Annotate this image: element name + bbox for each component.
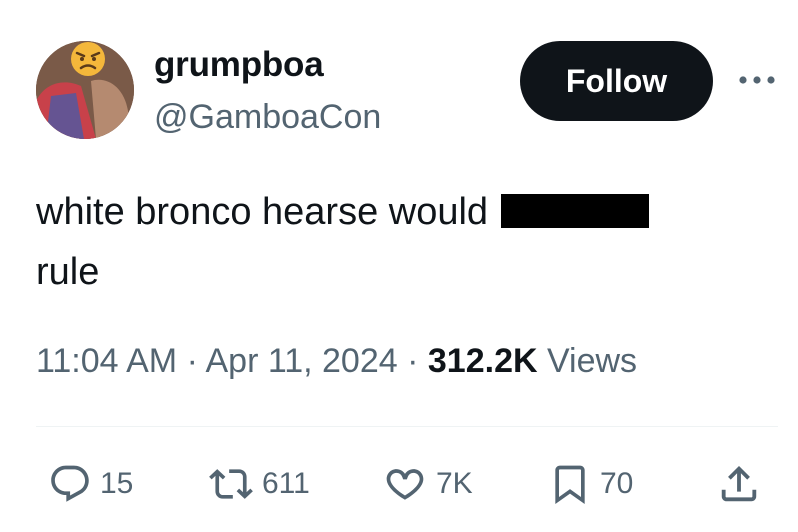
bookmark-icon (555, 465, 585, 505)
divider (36, 426, 778, 427)
views-count: 312.2K (427, 342, 538, 380)
avatar-photo (36, 41, 134, 139)
meta-separator: · (397, 342, 428, 380)
repost-button[interactable]: 611 (208, 462, 310, 506)
share-icon (721, 465, 757, 502)
more-options-icon[interactable] (737, 70, 777, 90)
tweet-time[interactable]: 11:04 AM (36, 342, 177, 380)
tweet-text-part-1: white bronco hearse would (36, 191, 499, 233)
tweet-text-part-2: rule (36, 251, 100, 293)
bookmark-count: 70 (600, 467, 634, 500)
tweet-date[interactable]: Apr 11, 2024 (205, 342, 397, 380)
like-button[interactable]: 7K (382, 462, 473, 506)
share-button[interactable] (716, 462, 762, 506)
views-label: Views (537, 342, 638, 380)
bookmark-button[interactable]: 70 (548, 462, 633, 506)
meta-separator: · (177, 342, 206, 380)
reply-button[interactable]: 15 (48, 462, 133, 506)
angry-face-emoji-icon (71, 42, 105, 76)
heart-icon (386, 469, 424, 500)
repost-count: 611 (262, 467, 310, 500)
display-name[interactable]: grumpboa (154, 45, 324, 85)
reply-count: 15 (100, 467, 134, 500)
user-handle[interactable]: @GamboaCon (154, 97, 381, 137)
like-count: 7K (436, 467, 473, 500)
tweet-text: white bronco hearse would rule (36, 182, 756, 302)
tweet-meta: 11:04 AM · Apr 11, 2024 · 312.2K Views (36, 340, 637, 382)
avatar[interactable] (36, 41, 134, 139)
redaction-bar (500, 193, 649, 228)
reply-icon (51, 465, 89, 502)
follow-button[interactable]: Follow (520, 41, 713, 121)
repost-icon (209, 469, 253, 499)
